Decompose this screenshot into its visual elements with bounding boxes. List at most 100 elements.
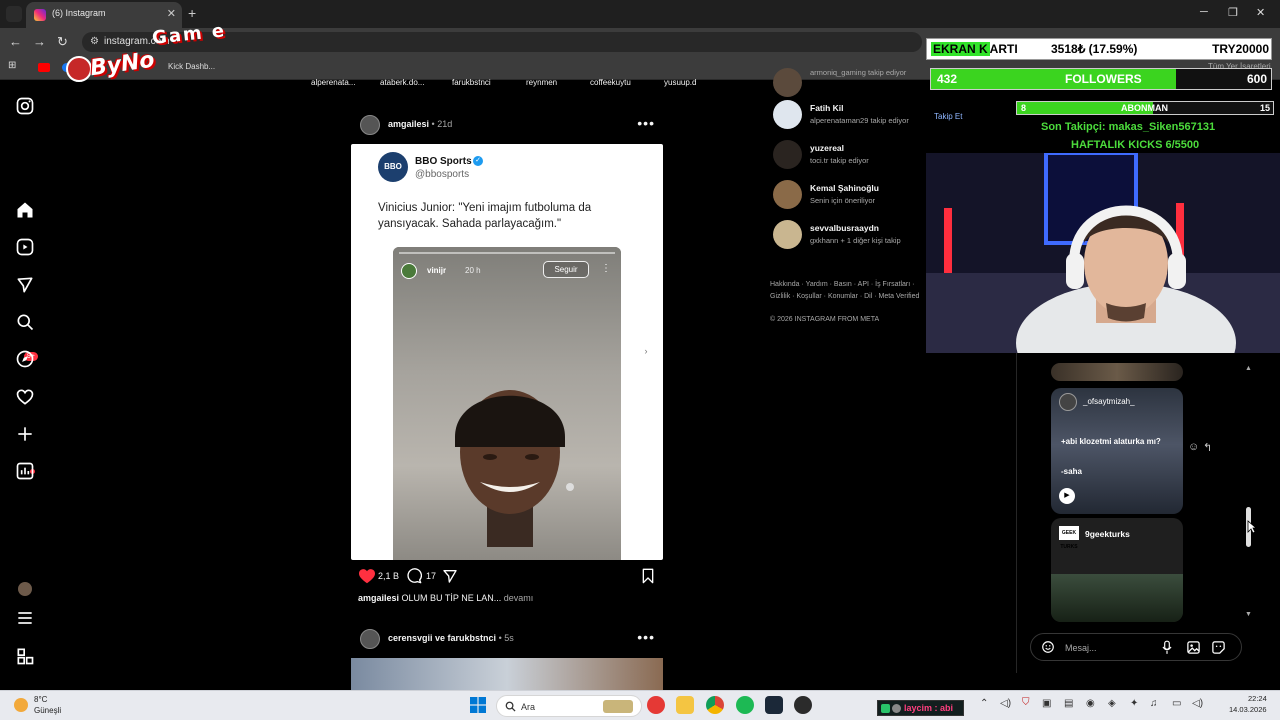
scroll-up-icon[interactable]: ▲ — [1245, 365, 1252, 372]
tab-search-button[interactable] — [6, 6, 22, 22]
steam-icon[interactable] — [765, 696, 783, 714]
suggestion-item[interactable]: yuzereal toci.tr takip ediyor — [770, 140, 930, 172]
weather-temperature[interactable]: 8°C — [34, 695, 47, 704]
message-input[interactable]: Mesaj... — [1030, 633, 1242, 661]
tray-app-icon[interactable]: ✦ — [1130, 698, 1138, 709]
story-item[interactable]: farukbstnci — [452, 78, 491, 87]
maximize-icon[interactable]: ❐ — [1228, 6, 1238, 19]
suggestion-avatar[interactable] — [773, 100, 802, 129]
weather-description[interactable]: Güneşli — [34, 706, 61, 715]
dm-message-media[interactable] — [1051, 363, 1183, 381]
suggestion-item[interactable]: armoniq_gaming takip ediyor — [770, 68, 930, 100]
close-window-icon[interactable]: ✕ — [1256, 6, 1265, 19]
weather-sun-icon[interactable] — [14, 698, 28, 712]
messages-icon[interactable] — [15, 275, 35, 295]
followers-label: FOLLOWERS — [1065, 72, 1142, 86]
sticker-icon[interactable] — [1211, 640, 1226, 655]
suggestion-item[interactable]: Kemal Şahinoğlu Senin için öneriliyor — [770, 180, 930, 212]
story-item[interactable]: ataberk.do... — [380, 78, 424, 87]
tray-overflow-icon[interactable]: ⌃ — [980, 698, 988, 709]
post-author-avatar[interactable] — [360, 115, 380, 135]
apps-icon[interactable]: ⊞ — [8, 60, 16, 71]
suggestion-item[interactable]: Fatih Kil alperenataman29 takip ediyor — [770, 100, 930, 132]
carousel-next-icon[interactable]: › — [639, 344, 653, 358]
dm-message-reel[interactable]: _ofsaytmizah_ +abi klozetmi alaturka mı?… — [1051, 388, 1183, 514]
suggestion-avatar[interactable] — [773, 68, 802, 97]
network-icon[interactable]: ▭ — [1172, 698, 1181, 709]
story-item[interactable]: reynmen — [526, 78, 557, 87]
story-item[interactable]: alperenata... — [311, 78, 355, 87]
volume-icon[interactable]: ◁) — [1000, 698, 1011, 709]
donation-goal-title-rest: ARTI — [989, 42, 1018, 56]
obs-icon[interactable] — [794, 696, 812, 714]
image-icon[interactable] — [1186, 640, 1201, 655]
suggestion-avatar[interactable] — [773, 140, 802, 169]
home-icon[interactable] — [15, 200, 35, 220]
scroll-down-icon[interactable]: ▼ — [1245, 611, 1252, 618]
notifications-heart-icon[interactable] — [15, 387, 35, 407]
suggestion-name[interactable]: yuzereal — [810, 143, 844, 153]
tray-app-icon[interactable]: ◈ — [1108, 698, 1116, 709]
back-icon[interactable]: ← — [9, 34, 22, 49]
instagram-logo-icon[interactable] — [15, 96, 35, 116]
suggestion-avatar[interactable] — [773, 180, 802, 209]
post-options-icon[interactable]: ••• — [637, 115, 655, 131]
post-author-name[interactable]: cerensvgii ve farukbstnci — [388, 633, 496, 643]
reels-icon[interactable] — [15, 237, 35, 257]
liked-heart-icon[interactable] — [358, 568, 376, 584]
search-icon[interactable] — [15, 312, 35, 332]
also-from-meta-icon[interactable] — [15, 646, 35, 666]
suggestion-name[interactable]: sevvalbusraaydn — [810, 223, 879, 233]
youtube-icon[interactable] — [38, 63, 50, 72]
suggestion-name[interactable]: Kemal Şahinoğlu — [810, 183, 879, 193]
post-author[interactable]: cerensvgii ve farukbstnci • 5s — [388, 633, 514, 643]
forward-icon[interactable]: → — [33, 34, 46, 49]
post-author[interactable]: amgailesi • 21d — [388, 119, 452, 129]
caption-more-link[interactable]: devamı — [504, 593, 534, 603]
microphone-icon[interactable] — [1161, 640, 1173, 655]
follow-link[interactable]: Takip Et — [934, 112, 962, 121]
react-emoji-icon[interactable]: ☺ — [1188, 441, 1199, 453]
share-icon[interactable] — [442, 568, 458, 584]
donation-goal-title: EKRAN K ARTI — [931, 42, 1018, 56]
chrome-icon[interactable] — [706, 696, 724, 714]
sound-icon[interactable]: ◁) — [1192, 698, 1203, 709]
post-author-avatar[interactable] — [360, 629, 380, 649]
create-icon[interactable] — [15, 424, 35, 444]
dashboard-icon[interactable] — [15, 461, 35, 481]
story-item[interactable]: yusuup.d — [664, 78, 696, 87]
media-player-icon[interactable] — [647, 696, 665, 714]
suggestion-name[interactable]: Fatih Kil — [810, 103, 844, 113]
emoji-icon[interactable] — [1041, 640, 1055, 654]
minimize-icon[interactable]: ─ — [1200, 6, 1208, 18]
post-media-2[interactable] — [351, 658, 663, 690]
comment-icon[interactable] — [406, 568, 422, 584]
profile-avatar[interactable] — [18, 582, 32, 596]
microphone-icon[interactable]: ♫ — [1150, 698, 1158, 709]
caption-author[interactable]: amgailesi — [358, 593, 399, 603]
explore-icon[interactable] — [15, 349, 35, 369]
post-media[interactable]: BBO BBO Sports ✓ @bbosports Vinicius Jun… — [351, 144, 663, 560]
clock-date[interactable]: 14.03.2026 — [1229, 705, 1267, 714]
dm-scrollbar[interactable]: ▲ ▼ — [1244, 365, 1254, 621]
dm-message-reel[interactable]: GEEK TURKS 9geekturks — [1051, 518, 1183, 622]
tray-app-icon[interactable]: ▣ — [1042, 698, 1051, 709]
spotify-icon[interactable] — [736, 696, 754, 714]
more-menu-icon[interactable] — [15, 608, 35, 628]
suggestion-item[interactable]: sevvalbusraaydn gxkhann + 1 diğer kişi t… — [770, 220, 930, 252]
taskbar-search[interactable]: Ara — [496, 695, 642, 717]
tray-app-icon[interactable]: ◉ — [1086, 698, 1095, 709]
clock-time[interactable]: 22:24 — [1248, 694, 1267, 703]
post-options-icon[interactable]: ••• — [637, 629, 655, 645]
windows-start-icon[interactable] — [470, 697, 486, 713]
save-bookmark-icon[interactable] — [641, 568, 655, 584]
footer-links[interactable]: Hakkında · Yardım · Basın · API · İş Fır… — [770, 279, 930, 303]
vpn-shield-icon[interactable]: ⛉ — [1022, 697, 1030, 708]
file-explorer-icon[interactable] — [676, 696, 694, 714]
tab-title: (6) Instagram — [52, 8, 106, 18]
reply-icon[interactable]: ↰ — [1203, 441, 1212, 454]
suggestion-avatar[interactable] — [773, 220, 802, 249]
post-author-name[interactable]: amgailesi — [388, 119, 429, 129]
tray-app-icon[interactable]: ▤ — [1064, 698, 1073, 709]
story-item[interactable]: coffeekuytu — [590, 78, 631, 87]
